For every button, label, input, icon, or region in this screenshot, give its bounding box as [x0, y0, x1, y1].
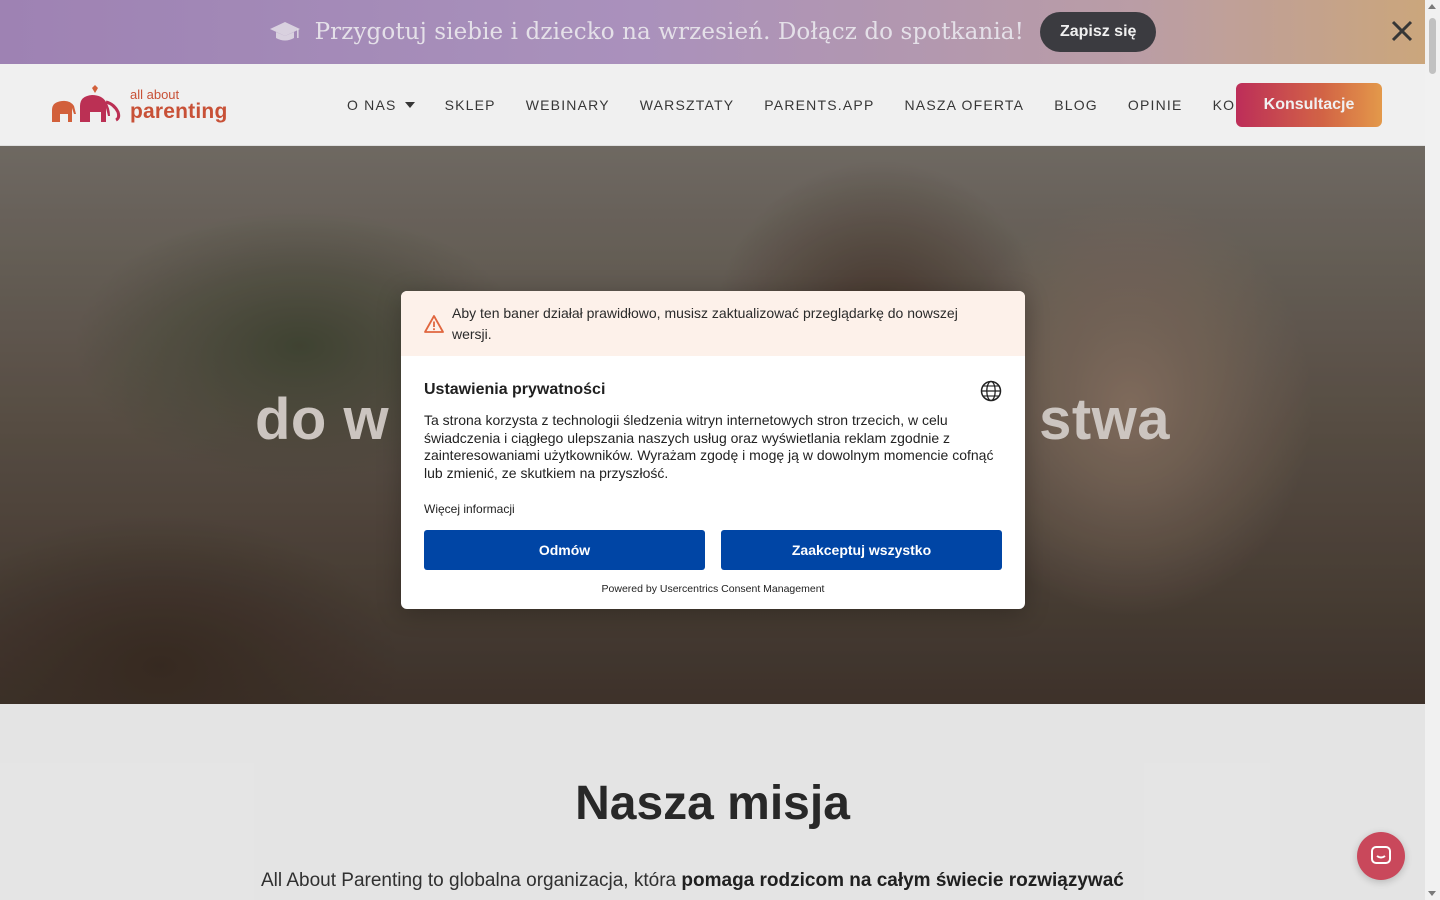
scroll-down-arrow[interactable]: [1428, 891, 1436, 896]
chat-launcher-button[interactable]: [1357, 832, 1405, 880]
consent-description: Ta strona korzysta z technologii śledzen…: [424, 412, 994, 481]
more-info-link[interactable]: Więcej informacji: [424, 502, 515, 516]
chat-icon: [1371, 846, 1391, 864]
globe-language-icon[interactable]: [980, 380, 1002, 402]
scroll-thumb[interactable]: [1429, 18, 1436, 74]
warning-icon: [424, 315, 444, 333]
scroll-up-arrow[interactable]: [1428, 4, 1436, 9]
browser-warning: Aby ten baner działał prawidłowo, musisz…: [401, 291, 1025, 356]
deny-button[interactable]: Odmów: [424, 530, 705, 570]
privacy-consent-dialog: Aby ten baner działał prawidłowo, musisz…: [401, 291, 1025, 609]
accept-all-button[interactable]: Zaakceptuj wszystko: [721, 530, 1002, 570]
warning-text: Aby ten baner działał prawidłowo, musisz…: [452, 305, 958, 342]
powered-by-text: Powered by Usercentrics Consent Manageme…: [601, 583, 825, 595]
consent-title: Ustawienia prywatności: [424, 381, 606, 398]
page-scrollbar[interactable]: [1425, 0, 1440, 900]
